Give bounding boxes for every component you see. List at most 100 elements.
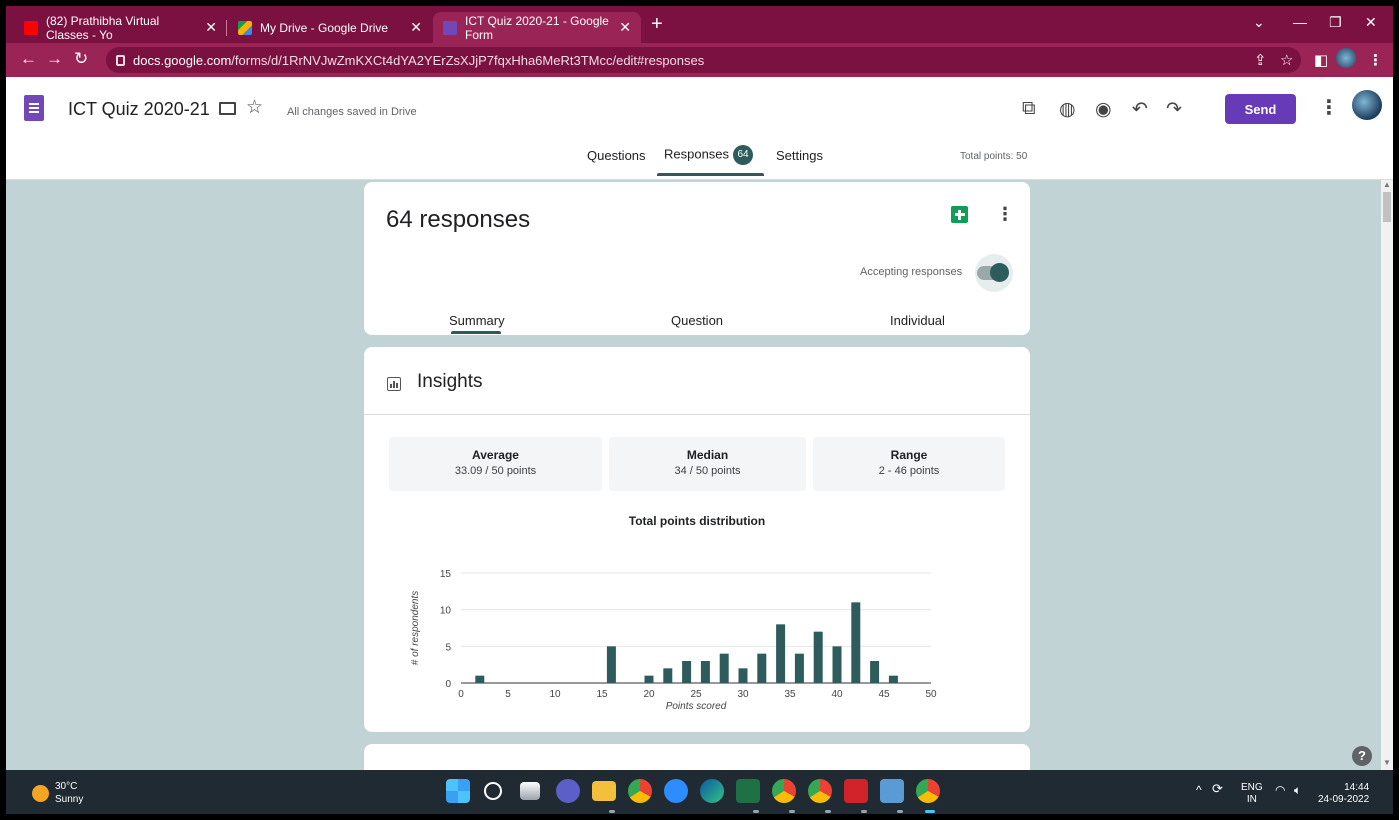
lang-bottom: IN (1246, 794, 1257, 805)
histogram-bar (870, 661, 880, 683)
scrollbar[interactable]: ▲ ▼ (1381, 180, 1393, 770)
histogram-bar (644, 675, 654, 683)
google-forms-logo[interactable] (24, 95, 44, 121)
teams-chat-icon[interactable] (556, 779, 580, 803)
redo-icon[interactable]: ↷ (1166, 98, 1182, 121)
edge-icon[interactable] (700, 779, 724, 803)
x-tick-label: 40 (831, 689, 843, 700)
scroll-up-arrow[interactable]: ▲ (1383, 180, 1391, 189)
close-icon[interactable]: ✕ (611, 19, 631, 36)
running-indicator (825, 810, 831, 813)
forward-icon[interactable]: → (46, 50, 63, 68)
close-icon[interactable]: ✕ (402, 19, 422, 36)
file-explorer-icon[interactable] (592, 781, 616, 801)
sync-icon[interactable]: ⟳ (1212, 782, 1223, 795)
stat-value: 2 - 46 points (878, 465, 940, 477)
undo-icon[interactable]: ↶ (1132, 98, 1148, 121)
new-tab-button[interactable]: + (651, 14, 663, 34)
share-icon[interactable]: ⇪ (1254, 51, 1267, 69)
show-hidden-icons[interactable]: ^ (1196, 784, 1202, 796)
help-icon[interactable]: ? (1352, 746, 1372, 766)
y-tick-label: 5 (445, 642, 451, 653)
url-path: /forms/d/1RrNVJwZmKXCt4dYA2YErZsXJjP7fqx… (231, 52, 705, 68)
histogram-bar (719, 653, 729, 683)
tab-title: My Drive - Google Drive (260, 20, 389, 35)
close-icon[interactable]: ✕ (197, 19, 217, 36)
stat-value: 34 / 50 points (674, 465, 741, 477)
browser-tab-drive[interactable]: My Drive - Google Drive ✕ (228, 12, 432, 43)
volume-icon[interactable]: 🔈︎ (1294, 784, 1301, 796)
tab-settings[interactable]: Settings (776, 148, 823, 163)
subtab-individual[interactable]: Individual (890, 313, 945, 328)
folder-icon[interactable] (219, 102, 236, 115)
total-points: Total points: 50 (960, 151, 1028, 162)
x-tick-label: 0 (458, 689, 464, 700)
star-icon[interactable]: ☆ (246, 96, 263, 119)
chrome-profile-icon[interactable] (808, 779, 832, 803)
task-view-icon[interactable] (520, 782, 540, 800)
side-panel-icon[interactable]: ◧ (1314, 51, 1328, 69)
scroll-down-arrow[interactable]: ▼ (1383, 758, 1391, 767)
close-window-button[interactable]: ✕ (1365, 14, 1377, 31)
excel-icon[interactable] (736, 779, 760, 803)
toggle-knob[interactable] (990, 263, 1009, 282)
chrome-active-icon[interactable] (916, 779, 940, 803)
subtab-question[interactable]: Question (671, 313, 723, 328)
browser-tab-forms[interactable]: ICT Quiz 2020-21 - Google Form ✕ (433, 12, 641, 43)
insights-card: Insights Average 33.09 / 50 points Media… (364, 347, 1030, 732)
browser-menu-icon[interactable]: ⋮ (1368, 51, 1383, 69)
weather-sun-icon[interactable] (32, 785, 49, 802)
minimize-button[interactable]: — (1293, 14, 1307, 30)
clock[interactable]: 14:44 24-09-2022 (1318, 782, 1369, 806)
histogram-bar (813, 631, 823, 683)
tab-responses-label: Responses (664, 146, 730, 162)
tab-responses[interactable]: Responses 64 (664, 145, 754, 165)
restore-button[interactable]: ❐ (1329, 14, 1342, 31)
palette-icon[interactable]: ◍ (1059, 98, 1076, 121)
clock-time: 14:44 (1344, 782, 1370, 793)
stat-label: Median (686, 448, 729, 462)
y-tick-label: 0 (445, 679, 451, 690)
chrome-profile-icon[interactable] (772, 779, 796, 803)
histogram-bar (757, 653, 767, 683)
weather-widget[interactable]: 30°C Sunny (55, 780, 83, 806)
x-axis-label: Points scored (666, 701, 727, 712)
histogram-bar (832, 646, 842, 683)
histogram-bar (738, 668, 748, 683)
profile-avatar[interactable] (1336, 48, 1356, 68)
chrome-icon[interactable] (628, 779, 652, 803)
browser-tab-strip: (82) Prathibha Virtual Classes - Yo ✕ My… (6, 6, 1393, 43)
tab-separator (226, 20, 227, 36)
insights-chart-icon (387, 377, 401, 391)
x-tick-label: 5 (505, 689, 511, 700)
scroll-thumb[interactable] (1383, 192, 1391, 222)
addons-puzzle-icon[interactable]: ⧉ (1022, 98, 1036, 120)
zoom-icon[interactable] (664, 779, 688, 803)
acrobat-icon[interactable] (844, 779, 868, 803)
more-options-icon[interactable]: ⋮ (1319, 95, 1339, 120)
windows-start-icon[interactable] (446, 779, 470, 803)
google-sheets-icon[interactable] (951, 206, 968, 223)
reload-icon[interactable]: ↻ (74, 50, 88, 68)
tab-questions[interactable]: Questions (587, 148, 646, 163)
search-icon[interactable] (484, 782, 502, 800)
windows-taskbar: 30°C Sunny ^ ⟳ ENG IN ◠ 🔈︎ 14:44 24-09-2… (6, 770, 1393, 814)
clock-date: 24-09-2022 (1318, 794, 1370, 805)
account-avatar[interactable] (1352, 90, 1382, 120)
preview-eye-icon[interactable]: ◉ (1095, 98, 1112, 121)
wifi-icon[interactable]: ◠ (1275, 784, 1285, 796)
back-icon[interactable]: ← (20, 50, 37, 68)
language-indicator[interactable]: ENG IN (1241, 782, 1263, 806)
form-title[interactable]: ICT Quiz 2020-21 (68, 99, 210, 120)
subtab-summary[interactable]: Summary (449, 313, 505, 328)
histogram-bar (475, 675, 485, 683)
tab-search-icon[interactable]: ⌄ (1253, 14, 1265, 31)
address-bar[interactable]: docs.google.com /forms/d/1RrNVJwZmKXCt4d… (106, 47, 1301, 73)
publisher-icon[interactable] (880, 779, 904, 803)
running-indicator (861, 810, 867, 813)
browser-tab-youtube[interactable]: (82) Prathibha Virtual Classes - Yo ✕ (14, 12, 227, 43)
bookmark-star-icon[interactable]: ☆ (1280, 51, 1293, 69)
send-button[interactable]: Send (1225, 94, 1296, 124)
more-options-icon[interactable]: ⋮ (996, 204, 1014, 225)
active-tab-indicator (657, 173, 764, 176)
